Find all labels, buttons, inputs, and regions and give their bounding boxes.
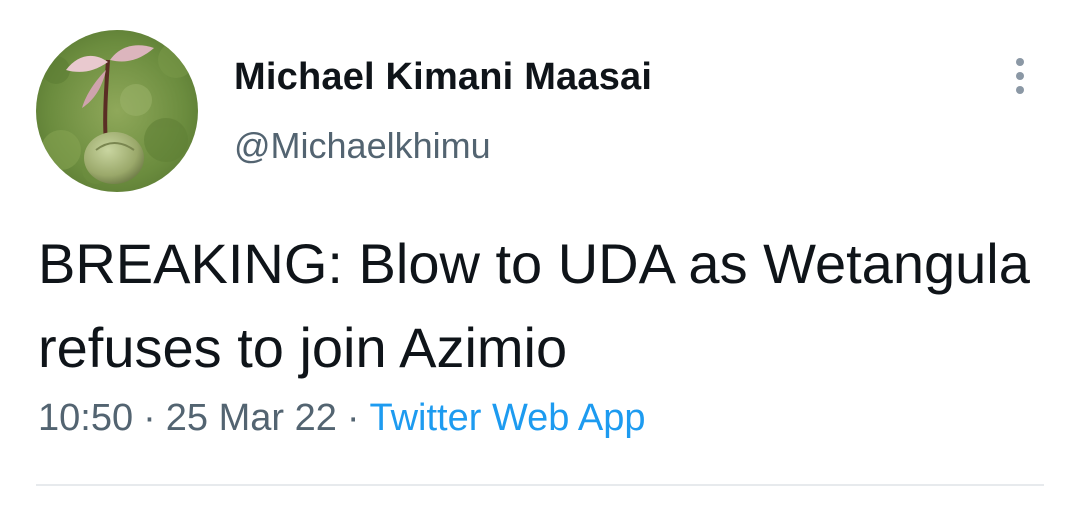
tweet-text: BREAKING: Blow to UDA as Wetangula refus… [38,232,1030,379]
tweet-meta: 10:50 · 25 Mar 22 · Twitter Web App [38,397,645,440]
meta-separator: · [346,397,360,439]
divider [36,484,1044,486]
author-display-name[interactable]: Michael Kimani Maasai [234,56,652,99]
more-vertical-icon [1016,58,1024,94]
more-options-button[interactable] [1000,54,1040,98]
previous-action-bar-fragment [0,0,1079,8]
author-handle[interactable]: @Michaelkhimu [234,125,491,167]
tweet-date[interactable]: 25 Mar 22 [166,397,337,439]
tweet-time[interactable]: 10:50 [38,397,133,439]
avatar[interactable] [36,30,198,192]
avatar-photo-seedling-icon [36,30,198,192]
meta-separator: · [143,397,156,439]
tweet-source-link[interactable]: Twitter Web App [370,397,646,439]
